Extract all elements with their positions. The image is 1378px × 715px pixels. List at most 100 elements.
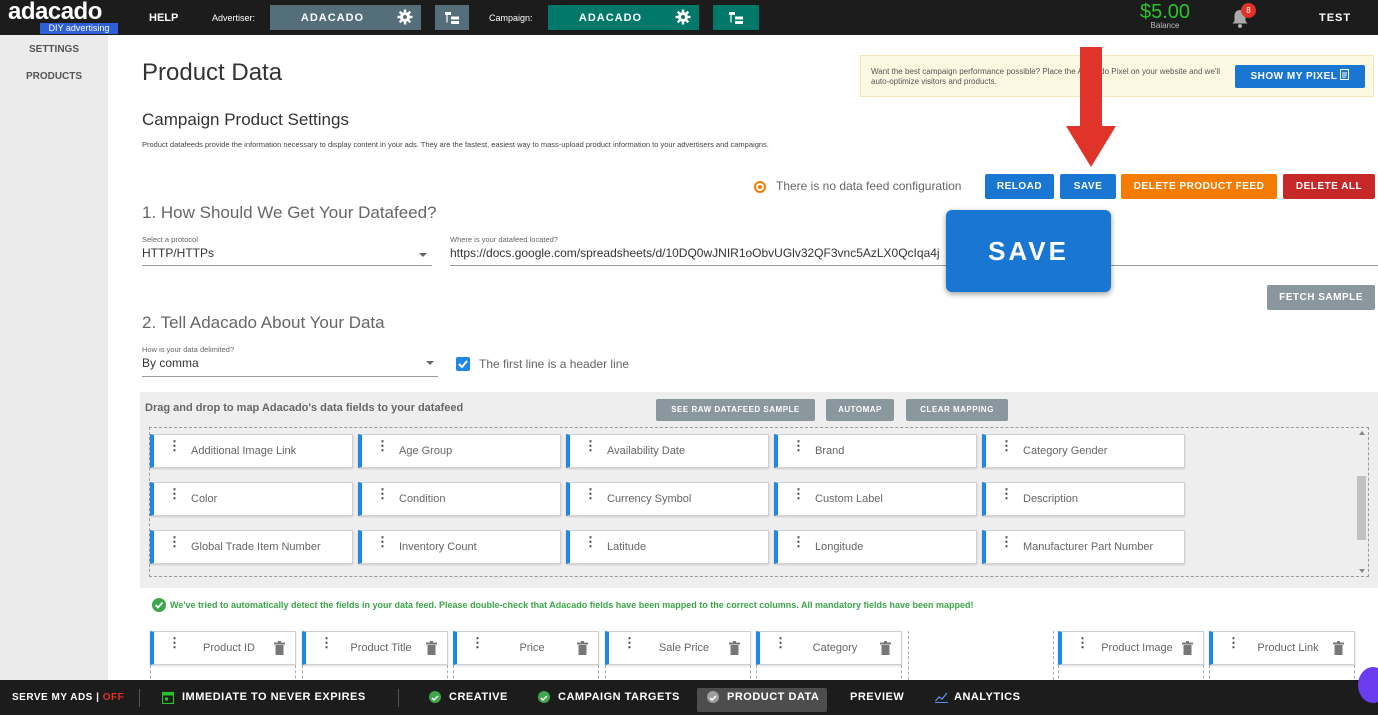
main-content: Product Data Want the best campaign perf…: [108, 35, 1378, 715]
drag-handle-icon[interactable]: ⋮: [1000, 535, 1013, 555]
field-chip[interactable]: ⋮ Color: [150, 482, 353, 516]
campaign-selector[interactable]: ADACADO: [548, 5, 699, 30]
drag-handle-icon[interactable]: ⋮: [792, 439, 805, 459]
trash-icon[interactable]: [426, 641, 437, 655]
trash-icon[interactable]: [577, 641, 588, 655]
drag-handle-icon[interactable]: ⋮: [792, 487, 805, 507]
tab-product-data[interactable]: PRODUCT DATA: [727, 680, 819, 715]
field-chip[interactable]: ⋮ Latitude: [566, 530, 769, 564]
field-chip[interactable]: ⋮ Custom Label: [774, 482, 977, 516]
serve-my-ads-toggle[interactable]: SERVE MY ADS | OFF: [12, 680, 124, 715]
drag-handle-icon[interactable]: ⋮: [623, 636, 636, 656]
feed-status-text: There is no data feed configuration: [776, 179, 962, 193]
trash-icon[interactable]: [1333, 641, 1344, 655]
drag-handle-icon[interactable]: ⋮: [584, 439, 597, 459]
drag-handle-icon[interactable]: ⋮: [792, 535, 805, 555]
scroll-up-icon[interactable]: [1359, 431, 1365, 435]
app-root: adacado DIY advertising HELP Advertiser:…: [0, 0, 1378, 715]
drag-handle-icon[interactable]: ⋮: [471, 636, 484, 656]
field-chip[interactable]: ⋮ Longitude: [774, 530, 977, 564]
advertiser-gear-icon[interactable]: [397, 9, 413, 25]
top-bar: adacado DIY advertising HELP Advertiser:…: [0, 0, 1378, 35]
balance-display[interactable]: $5.00 Balance: [1136, 0, 1194, 30]
advertiser-label: Advertiser:: [212, 13, 256, 23]
field-chip[interactable]: ⋮ Additional Image Link: [150, 434, 353, 468]
delete-product-feed-button[interactable]: DELETE PRODUCT FEED: [1121, 174, 1277, 199]
fetch-sample-button[interactable]: FETCH SAMPLE: [1267, 285, 1375, 310]
drag-handle-icon[interactable]: ⋮: [376, 487, 389, 507]
drag-handle-icon[interactable]: ⋮: [1000, 487, 1013, 507]
drag-handle-icon[interactable]: ⋮: [1076, 636, 1089, 656]
drag-handle-icon[interactable]: ⋮: [376, 439, 389, 459]
chevron-down-icon: [419, 253, 427, 257]
save-button[interactable]: SAVE: [1060, 174, 1116, 199]
scrollbar-thumb[interactable]: [1357, 476, 1366, 540]
field-chip[interactable]: ⋮ Global Trade Item Number: [150, 530, 353, 564]
trash-icon[interactable]: [729, 641, 740, 655]
sidebar: SETTINGS PRODUCTS: [0, 35, 108, 680]
mapped-column-chip[interactable]: ⋮ Price: [453, 631, 599, 665]
automap-button[interactable]: AUTOMAP: [826, 399, 894, 421]
schedule-button[interactable]: IMMEDIATE TO NEVER EXPIRES: [182, 680, 366, 715]
field-chip[interactable]: ⋮ Age Group: [358, 434, 561, 468]
mapped-column-chip[interactable]: ⋮ Product ID: [150, 631, 296, 665]
field-chip[interactable]: ⋮ Availability Date: [566, 434, 769, 468]
help-link[interactable]: HELP: [149, 12, 178, 24]
tab-creative[interactable]: CREATIVE: [449, 680, 508, 715]
field-chip-label: Category Gender: [1023, 445, 1108, 457]
delete-all-button[interactable]: DELETE ALL: [1283, 174, 1375, 199]
mapped-column-chip[interactable]: ⋮ Category: [756, 631, 902, 665]
tab-preview[interactable]: PREVIEW: [850, 680, 904, 715]
mapped-column-chip[interactable]: ⋮ Product Link: [1209, 631, 1355, 665]
sidebar-item-products[interactable]: PRODUCTS: [0, 71, 108, 82]
trash-icon[interactable]: [1182, 641, 1193, 655]
trash-icon[interactable]: [880, 641, 891, 655]
show-pixel-button[interactable]: SHOW MY PIXEL: [1235, 65, 1365, 88]
mapped-column-chip[interactable]: ⋮ Product Title: [302, 631, 448, 665]
drag-handle-icon[interactable]: ⋮: [584, 535, 597, 555]
scroll-down-icon[interactable]: [1359, 569, 1365, 573]
drag-handle-icon[interactable]: ⋮: [168, 439, 181, 459]
campaign-hierarchy-button[interactable]: [713, 5, 759, 30]
advertiser-hierarchy-button[interactable]: [435, 5, 469, 30]
field-chip[interactable]: ⋮ Currency Symbol: [566, 482, 769, 516]
drag-handle-icon[interactable]: ⋮: [168, 535, 181, 555]
header-line-checkbox[interactable]: [456, 357, 470, 371]
tab-analytics[interactable]: ANALYTICS: [954, 680, 1020, 715]
field-chip[interactable]: ⋮ Brand: [774, 434, 977, 468]
advertiser-selector[interactable]: ADACADO: [270, 5, 421, 30]
drag-handle-icon[interactable]: ⋮: [1227, 636, 1240, 656]
location-input[interactable]: https://docs.google.com/spreadsheets/d/1…: [450, 246, 946, 260]
reload-button[interactable]: RELOAD: [985, 174, 1054, 199]
sidebar-item-settings[interactable]: SETTINGS: [0, 44, 108, 55]
mapping-title: Drag and drop to map Adacado's data fiel…: [145, 402, 464, 414]
drag-handle-icon[interactable]: ⋮: [320, 636, 333, 656]
field-chip[interactable]: ⋮ Description: [982, 482, 1185, 516]
field-chip[interactable]: ⋮ Inventory Count: [358, 530, 561, 564]
clear-mapping-button[interactable]: CLEAR MAPPING: [906, 399, 1008, 421]
trash-icon[interactable]: [274, 641, 285, 655]
drag-handle-icon[interactable]: ⋮: [584, 487, 597, 507]
protocol-underline: [142, 265, 432, 266]
protocol-select[interactable]: HTTP/HTTPs: [142, 246, 382, 260]
drag-handle-icon[interactable]: ⋮: [376, 535, 389, 555]
see-raw-sample-button[interactable]: SEE RAW DATAFEED SAMPLE: [656, 399, 815, 421]
analytics-icon: [935, 692, 948, 703]
user-menu[interactable]: TEST: [1319, 12, 1351, 24]
field-chip[interactable]: ⋮ Category Gender: [982, 434, 1185, 468]
success-text: We've tried to automatically detect the …: [170, 600, 974, 610]
drag-handle-icon[interactable]: ⋮: [168, 636, 181, 656]
delimiter-select[interactable]: By comma: [142, 356, 382, 370]
tab-campaign-targets[interactable]: CAMPAIGN TARGETS: [558, 680, 680, 715]
campaign-settings-title: Campaign Product Settings: [142, 110, 349, 129]
drag-handle-icon[interactable]: ⋮: [774, 636, 787, 656]
adacado-logo[interactable]: adacado DIY advertising: [8, 0, 118, 34]
field-chip[interactable]: ⋮ Manufacturer Part Number: [982, 530, 1185, 564]
mapped-column-chip[interactable]: ⋮ Product Image: [1058, 631, 1204, 665]
drag-handle-icon[interactable]: ⋮: [1000, 439, 1013, 459]
drag-handle-icon[interactable]: ⋮: [168, 487, 181, 507]
campaign-gear-icon[interactable]: [675, 9, 691, 25]
mapped-column-label: Product Title: [350, 642, 412, 654]
field-chip[interactable]: ⋮ Condition: [358, 482, 561, 516]
mapped-column-chip[interactable]: ⋮ Sale Price: [605, 631, 751, 665]
